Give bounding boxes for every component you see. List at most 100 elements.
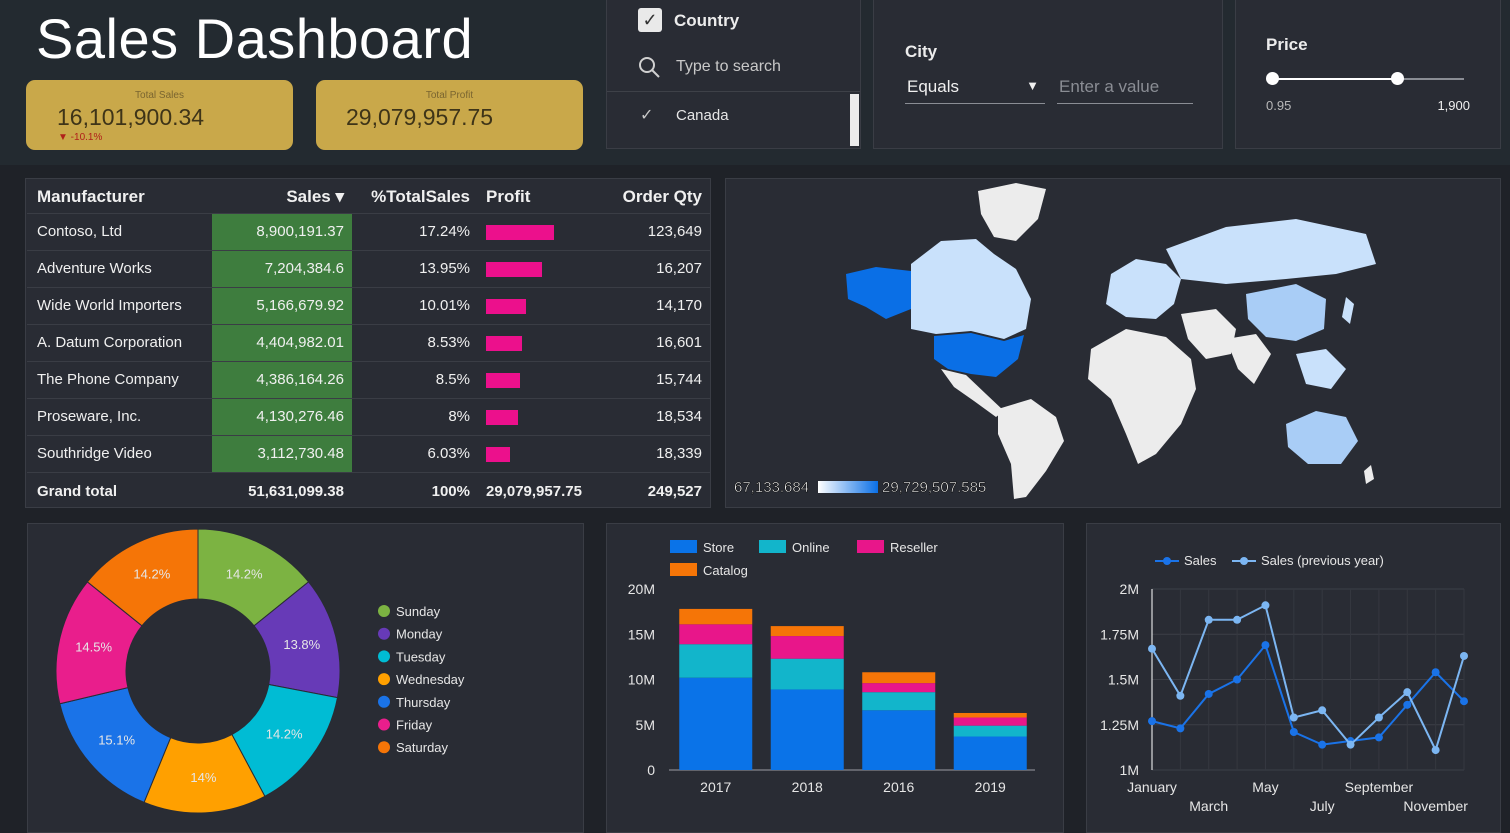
cell-manufacturer: Southridge Video [27, 434, 212, 472]
table-row[interactable]: Wide World Importers 5,166,679.92 10.01% 14… [27, 286, 710, 324]
legend-label: Tuesday [396, 649, 446, 664]
legend-label: Sales [1184, 553, 1217, 568]
map-region-canada [911, 239, 1031, 339]
col-header-sales[interactable]: Sales ▾ [212, 181, 352, 213]
total-profit-label: Total Profit [425, 90, 474, 101]
city-operator-dropdown[interactable]: Equals ▼ [905, 72, 1045, 104]
country-filter: ✓ Country Type to search ✓ Canada [606, 0, 861, 149]
cell-sales: 8,900,191.37 [212, 212, 352, 250]
donut-slice-label: 14% [190, 770, 216, 785]
cell-pct: 17.24% [352, 212, 478, 250]
city-filter: City Equals ▼ Enter a value [873, 0, 1223, 149]
y-tick-label: 1.75M [1100, 626, 1139, 642]
series-point [1261, 601, 1270, 610]
legend-swatch [378, 673, 390, 686]
legend-label: Store [703, 540, 734, 555]
bar-segment [862, 683, 936, 693]
map-region-greenland [978, 183, 1046, 241]
city-operator-value: Equals [907, 77, 959, 96]
legend-label: Online [792, 540, 830, 555]
country-option-canada[interactable]: ✓ Canada [607, 94, 847, 138]
cell-qty: 16,601 [603, 323, 710, 361]
table-row[interactable]: Southridge Video 3,112,730.48 6.03% 18,339 [27, 434, 710, 472]
cell-qty: 123,649 [603, 212, 710, 250]
legend-label: Wednesday [396, 672, 465, 687]
total-profit-card: Total Profit 29,079,957.75 [316, 80, 583, 150]
legend-label: Sales (previous year) [1261, 553, 1384, 568]
city-value-placeholder: Enter a value [1059, 77, 1160, 96]
col-header-pct-total-sales[interactable]: %TotalSales [352, 181, 478, 213]
city-value-input[interactable]: Enter a value [1057, 72, 1193, 104]
cell-profit [478, 397, 603, 435]
cell-sales: 7,204,384.6 [212, 249, 352, 287]
price-slider-track[interactable] [1266, 72, 1464, 85]
x-tick-label: 2017 [700, 779, 731, 795]
price-slider-high-handle[interactable] [1390, 72, 1404, 85]
col-header-profit[interactable]: Profit [478, 181, 603, 213]
donut-slice-label: 14.5% [75, 639, 112, 654]
total-qty: 249,527 [603, 471, 710, 510]
series-point [1460, 651, 1468, 660]
price-max-label: 1,900 [1437, 98, 1470, 113]
bar-segment [770, 658, 844, 690]
world-map-panel: 67,133.684 29,729,507.585 [725, 178, 1501, 508]
legend-marker [1240, 557, 1248, 565]
cell-qty: 16,207 [603, 249, 710, 287]
cell-pct: 8.53% [352, 323, 478, 361]
legend-label: Catalog [703, 563, 748, 578]
cell-qty: 15,744 [603, 360, 710, 398]
page-title: Sales Dashboard [36, 7, 474, 70]
weekday-donut-panel: 14.2% 13.8% 14.2% 14% 15.1% 14.5% 14.2% Sunday M… [27, 523, 584, 833]
table-row[interactable]: Adventure Works 7,204,384.6 13.95% 16,207 [27, 249, 710, 287]
cell-profit [478, 323, 603, 361]
series-point [1204, 689, 1213, 698]
country-select-all-checkbox[interactable]: ✓ [638, 8, 662, 32]
legend-label: Thursday [396, 695, 451, 710]
manufacturer-table: Manufacturer Sales ▾ %TotalSales Profit … [27, 181, 710, 510]
price-filter: Price 0.95 1,900 [1235, 0, 1501, 149]
y-tick-label: 0 [647, 762, 655, 778]
table-row[interactable]: Contoso, Ltd 8,900,191.37 17.24% 123,649 [27, 212, 710, 250]
cell-profit [478, 286, 603, 324]
map-region-europe [1106, 259, 1181, 319]
country-option-label: Canada [676, 107, 729, 124]
donut-slice-label: 13.8% [283, 637, 320, 652]
series-point [1318, 740, 1327, 749]
series-point [1403, 700, 1412, 709]
total-pct: 100% [352, 471, 478, 510]
donut-slice-label: 14.2% [226, 566, 263, 581]
legend-label: Monday [396, 627, 443, 642]
legend-label: Friday [396, 718, 433, 733]
country-search-input[interactable]: Type to search [607, 44, 860, 92]
table-row[interactable]: A. Datum Corporation 4,404,982.01 8.53% 16,… [27, 323, 710, 361]
series-point [1233, 675, 1242, 684]
map-legend-max: 29,729,507.585 [882, 479, 987, 497]
total-label: Grand total [27, 471, 212, 510]
profit-bar [486, 261, 542, 277]
legend-swatch [378, 627, 390, 640]
table-row[interactable]: Proseware, Inc. 4,130,276.46 8% 18,534 [27, 397, 710, 435]
col-header-manufacturer[interactable]: Manufacturer [27, 181, 212, 213]
cell-manufacturer: Wide World Importers [27, 286, 212, 324]
series-point [1431, 746, 1440, 755]
y-tick-label: 10M [628, 672, 655, 688]
series-point [1431, 668, 1440, 677]
cell-sales: 5,166,679.92 [212, 286, 352, 324]
cell-sales: 3,112,730.48 [212, 434, 352, 472]
world-map[interactable] [726, 179, 1502, 509]
price-slider-low-handle[interactable] [1266, 72, 1279, 85]
col-header-order-qty[interactable]: Order Qty [603, 181, 710, 213]
bar-segment [862, 710, 936, 770]
legend-label: Reseller [890, 540, 938, 555]
cell-manufacturer: Adventure Works [27, 249, 212, 287]
x-tick-label: 2018 [792, 779, 823, 795]
donut-slice-label: 14.2% [266, 726, 303, 741]
legend-swatch [378, 695, 390, 708]
map-region-china [1246, 284, 1326, 341]
bar-segment [770, 689, 844, 770]
cell-profit [478, 360, 603, 398]
country-list-scrollbar[interactable] [850, 94, 859, 146]
price-filter-label: Price [1266, 35, 1308, 54]
map-region-africa [1088, 329, 1196, 464]
table-row[interactable]: The Phone Company 4,386,164.26 8.5% 15,744 [27, 360, 710, 398]
